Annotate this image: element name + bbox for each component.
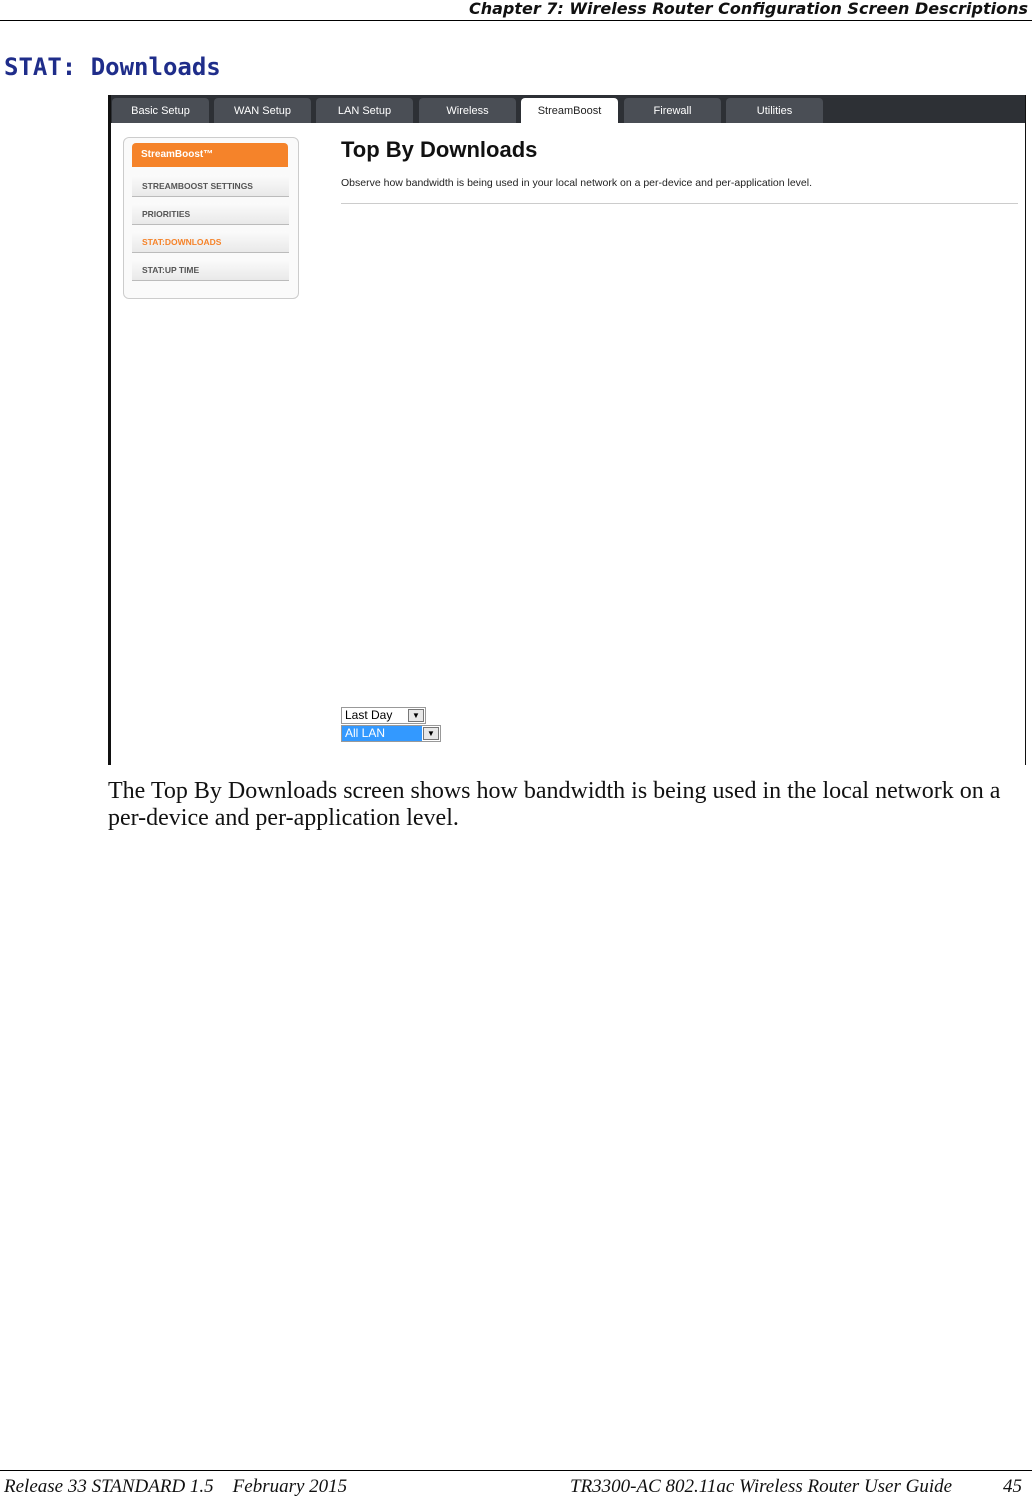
body-paragraph: The Top By Downloads screen shows how ba… (108, 778, 1001, 831)
sidebar-item-priorities[interactable]: PRIORITIES (132, 203, 289, 225)
tab-streamboost[interactable]: StreamBoost (521, 98, 618, 123)
tab-bar: Basic Setup WAN Setup LAN Setup Wireless… (111, 95, 1025, 123)
content-title: Top By Downloads (341, 137, 538, 162)
content-description: Observe how bandwidth is being used in y… (341, 177, 813, 189)
period-select[interactable]: Last Day ▼ (341, 707, 426, 724)
tab-basic-setup[interactable]: Basic Setup (112, 98, 209, 123)
hosts-select-value: All LAN Hosts (342, 726, 422, 755)
header-divider (0, 20, 1032, 21)
page-number: 45 (1003, 1476, 1022, 1497)
sidebar-item-stat-downloads[interactable]: STAT:DOWNLOADS (132, 231, 289, 253)
sidebar: StreamBoost™ STREAMBOOST SETTINGS PRIORI… (123, 137, 299, 299)
tab-firewall[interactable]: Firewall (624, 98, 721, 123)
period-select-value: Last Day (345, 708, 393, 722)
sidebar-item-streamboost-settings[interactable]: STREAMBOOST SETTINGS (132, 175, 289, 197)
footer-guide-title: TR3300-AC 802.11ac Wireless Router User … (570, 1476, 953, 1497)
chevron-down-icon[interactable]: ▼ (423, 727, 439, 740)
sidebar-item-stat-up-time[interactable]: STAT:UP TIME (132, 259, 289, 281)
tab-wan-setup[interactable]: WAN Setup (214, 98, 311, 123)
section-title: STAT: Downloads (4, 53, 221, 81)
content-divider (341, 203, 1018, 204)
hosts-select[interactable]: All LAN Hosts ▼ (341, 725, 441, 755)
router-screenshot: Basic Setup WAN Setup LAN Setup Wireless… (108, 95, 1026, 765)
tab-wireless[interactable]: Wireless (419, 98, 516, 123)
footer-release: Release 33 STANDARD 1.5 February 2015 (4, 1476, 348, 1497)
tab-lan-setup[interactable]: LAN Setup (316, 98, 413, 123)
footer-divider (0, 1470, 1032, 1471)
chapter-header: Chapter 7: Wireless Router Configuration… (468, 0, 1028, 18)
chevron-down-icon[interactable]: ▼ (408, 709, 424, 722)
sidebar-heading: StreamBoost™ (132, 143, 288, 167)
tab-utilities[interactable]: Utilities (726, 98, 823, 123)
